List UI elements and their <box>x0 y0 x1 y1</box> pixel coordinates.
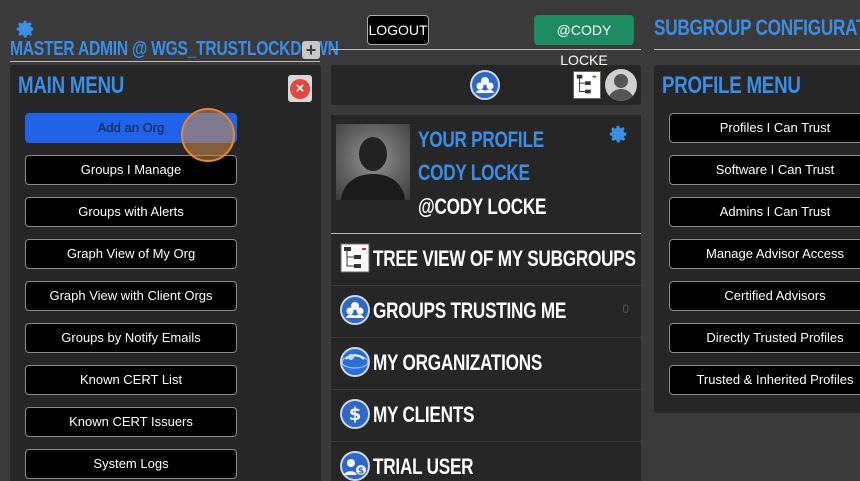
user-badge-button[interactable]: @CODY LOCKE <box>534 15 634 68</box>
tree-view-row[interactable]: TREE VIEW OF MY SUBGROUPS <box>331 234 641 286</box>
profile-label[interactable]: YOUR PROFILE <box>418 127 579 153</box>
dollar-icon: $ <box>340 399 370 429</box>
profile-photo <box>336 124 410 200</box>
profile-name[interactable]: CODY LOCKE <box>418 160 561 186</box>
subgroup-configuration-title: SUBGROUP CONFIGURATION <box>654 15 860 40</box>
user-silhouette-icon <box>341 137 405 200</box>
user-silhouette-icon <box>608 74 634 101</box>
software-i-can-trust-button[interactable]: Software I Can Trust <box>669 155 860 185</box>
divider <box>331 49 641 50</box>
my-clients-label: MY CLIENTS <box>373 402 475 427</box>
manage-advisor-access-button[interactable]: Manage Advisor Access <box>669 239 860 269</box>
graph-view-client-orgs-button[interactable]: Graph View with Client Orgs <box>25 281 237 311</box>
svg-text:$: $ <box>358 467 364 477</box>
groups-trusting-me-label: GROUPS TRUSTING ME <box>373 298 567 323</box>
system-logs-button[interactable]: System Logs <box>25 449 237 479</box>
trial-user-label: TRIAL USER <box>373 454 474 479</box>
graph-view-my-org-button[interactable]: Graph View of My Org <box>25 239 237 269</box>
trial-user-icon: $ <box>340 451 370 481</box>
trial-user-row[interactable]: $ TRIAL USER <box>331 442 641 481</box>
close-menu-button[interactable]: × <box>288 75 312 102</box>
avatar[interactable] <box>605 69 637 101</box>
globe-icon <box>340 347 370 377</box>
known-cert-list-button[interactable]: Known CERT List <box>25 365 237 395</box>
trusted-inherited-profiles-button[interactable]: Trusted & Inherited Profiles <box>669 365 860 395</box>
certified-advisors-button[interactable]: Certified Advisors <box>669 281 860 311</box>
directly-trusted-profiles-button[interactable]: Directly Trusted Profiles <box>669 323 860 353</box>
groups-with-alerts-button[interactable]: Groups with Alerts <box>25 197 237 227</box>
groups-trusting-me-count: 0 <box>622 302 629 316</box>
divider <box>654 49 860 50</box>
logout-button[interactable]: LOGOUT <box>367 15 429 45</box>
profile-card: YOUR PROFILE CODY LOCKE @CODY LOCKE TREE… <box>331 115 641 481</box>
tree-view-icon <box>340 243 370 273</box>
add-plus-button[interactable]: + <box>302 41 320 59</box>
close-icon: × <box>290 79 310 99</box>
main-menu-title: MAIN MENU <box>18 72 125 99</box>
tree-view-icon[interactable] <box>573 71 601 99</box>
profiles-i-can-trust-button[interactable]: Profiles I Can Trust <box>669 113 860 143</box>
my-clients-row[interactable]: $ MY CLIENTS <box>331 390 641 442</box>
svg-text:$: $ <box>349 404 362 425</box>
profile-handle: @CODY LOCKE <box>418 194 547 219</box>
quick-actions-bar <box>331 65 641 105</box>
cursor-highlight <box>181 108 235 162</box>
admins-i-can-trust-button[interactable]: Admins I Can Trust <box>669 197 860 227</box>
main-menu-panel: MAIN MENU × Add an Org Groups I Manage G… <box>10 65 321 481</box>
groups-icon <box>340 295 370 325</box>
my-organizations-row[interactable]: MY ORGANIZATIONS <box>331 338 641 390</box>
profile-menu-panel: PROFILE MENU Profiles I Can Trust Softwa… <box>654 65 860 413</box>
profile-menu-title: PROFILE MENU <box>662 72 801 99</box>
groups-icon[interactable] <box>470 70 500 100</box>
groups-trusting-me-row[interactable]: GROUPS TRUSTING ME 0 <box>331 286 641 338</box>
settings-gear-icon[interactable] <box>14 18 36 40</box>
known-cert-issuers-button[interactable]: Known CERT Issuers <box>25 407 237 437</box>
divider <box>10 61 320 62</box>
profile-settings-gear-icon[interactable] <box>607 123 629 145</box>
groups-by-notify-emails-button[interactable]: Groups by Notify Emails <box>25 323 237 353</box>
my-organizations-label: MY ORGANIZATIONS <box>373 350 543 375</box>
